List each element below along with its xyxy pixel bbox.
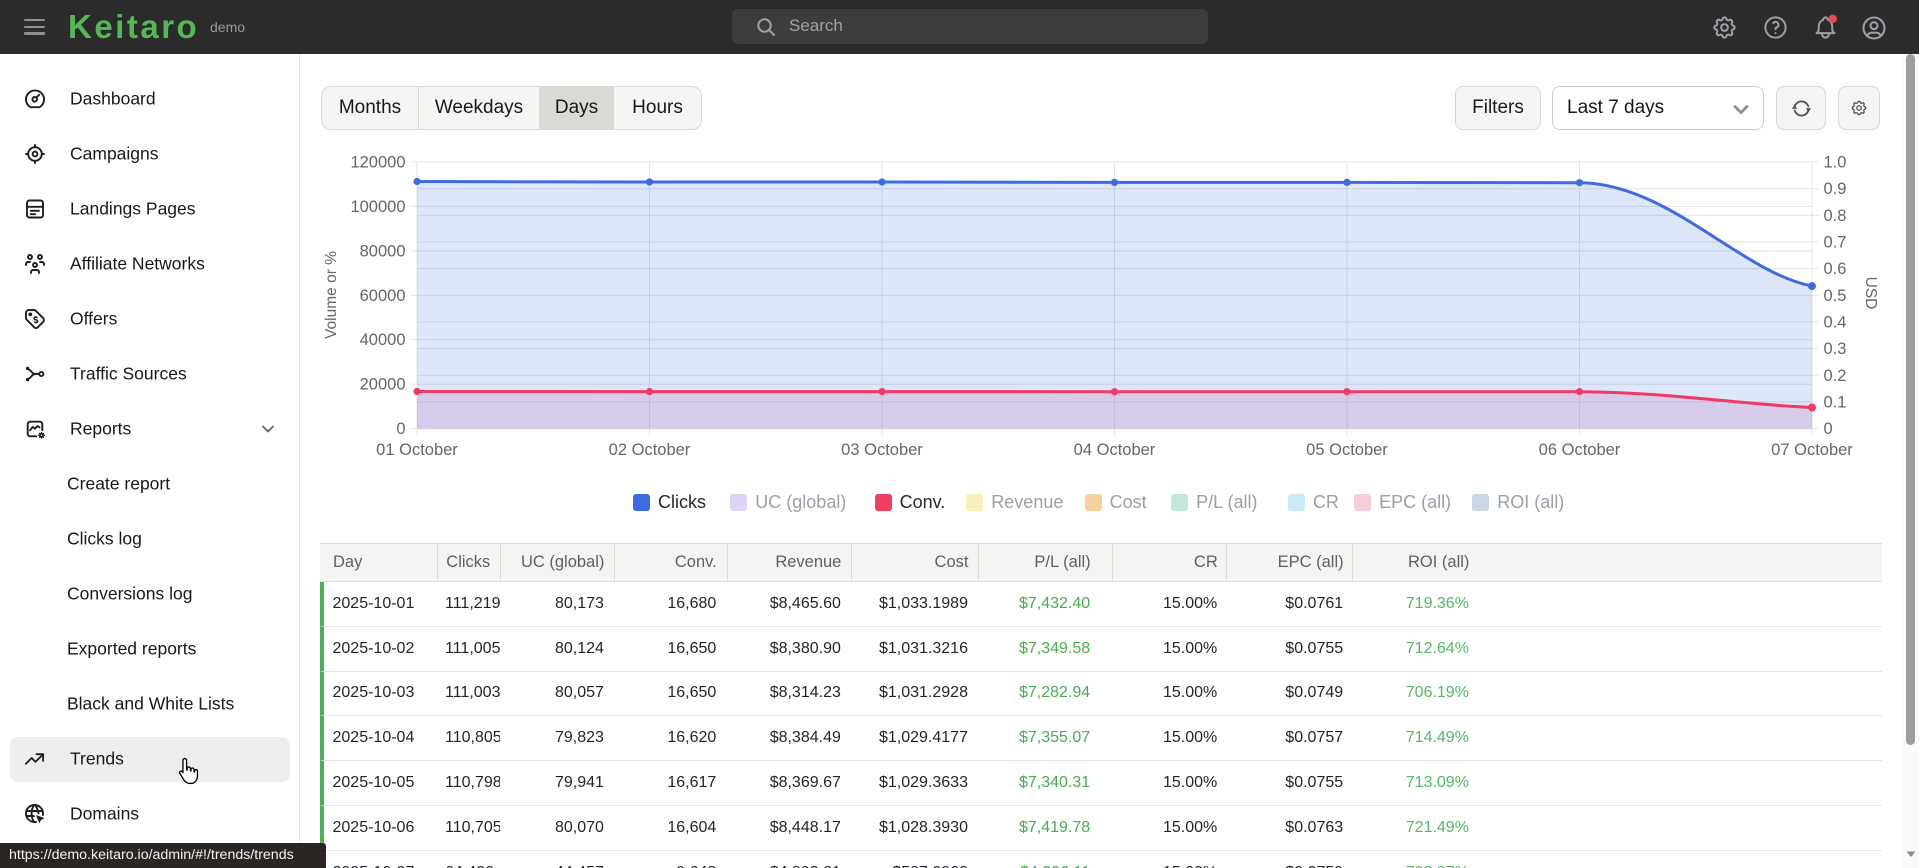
svg-text:0.4: 0.4 xyxy=(1824,314,1847,332)
svg-text:Volume or %: Volume or % xyxy=(323,251,340,339)
svg-text:0.9: 0.9 xyxy=(1824,180,1847,198)
svg-text:04 October: 04 October xyxy=(1074,441,1156,459)
svg-text:0.2: 0.2 xyxy=(1824,367,1847,385)
svg-text:0.6: 0.6 xyxy=(1824,260,1847,278)
svg-text:01 October: 01 October xyxy=(376,441,458,459)
svg-text:80000: 80000 xyxy=(360,242,406,260)
svg-text:02 October: 02 October xyxy=(609,441,691,459)
svg-text:120000: 120000 xyxy=(350,154,405,172)
svg-text:0: 0 xyxy=(1824,420,1833,438)
svg-text:60000: 60000 xyxy=(360,287,406,305)
svg-text:0.7: 0.7 xyxy=(1824,234,1847,252)
svg-text:0.1: 0.1 xyxy=(1824,393,1847,411)
svg-text:07 October: 07 October xyxy=(1771,441,1853,459)
svg-text:03 October: 03 October xyxy=(841,441,923,459)
svg-text:0.3: 0.3 xyxy=(1824,340,1847,358)
svg-text:1.0: 1.0 xyxy=(1824,154,1847,172)
svg-text:0.5: 0.5 xyxy=(1824,287,1847,305)
svg-text:100000: 100000 xyxy=(350,198,405,216)
svg-text:0: 0 xyxy=(396,420,405,438)
svg-text:0.8: 0.8 xyxy=(1824,207,1847,225)
svg-text:40000: 40000 xyxy=(360,331,406,349)
svg-text:20000: 20000 xyxy=(360,376,406,394)
svg-text:USD: USD xyxy=(1862,277,1879,310)
svg-text:06 October: 06 October xyxy=(1539,441,1621,459)
svg-text:05 October: 05 October xyxy=(1306,441,1388,459)
